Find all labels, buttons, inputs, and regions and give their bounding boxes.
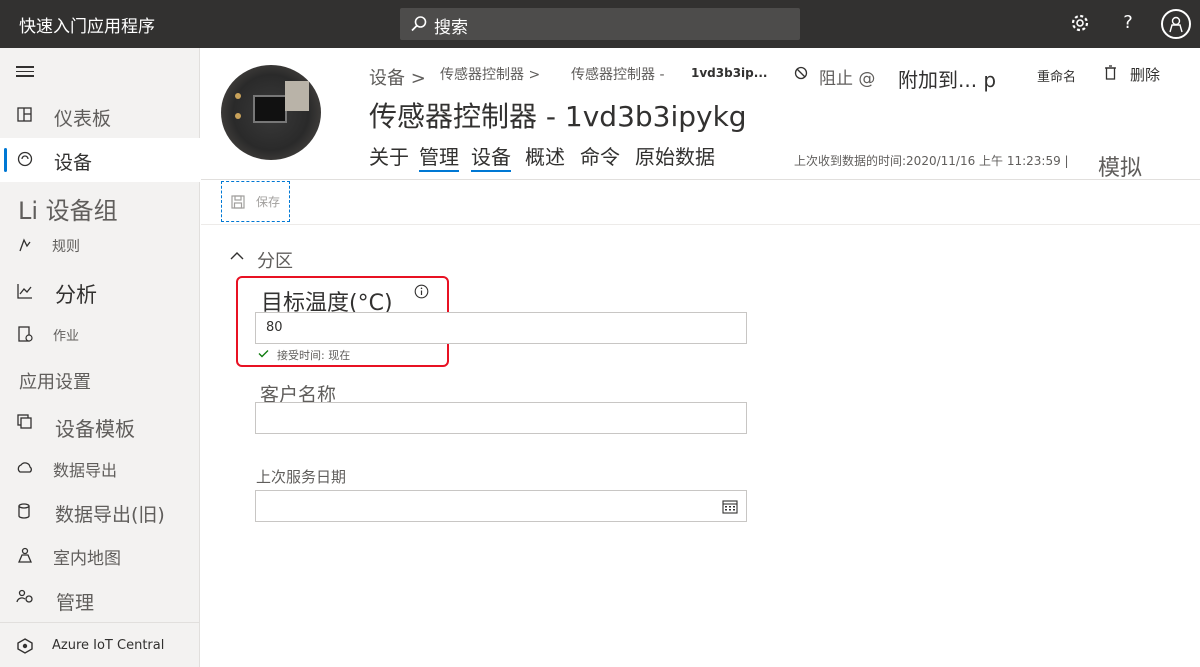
- data-export-legacy-icon: [18, 503, 30, 519]
- sidebar-item-label: 室内地图: [53, 549, 121, 569]
- tab-overview[interactable]: 概述: [525, 141, 565, 170]
- trash-icon: [1105, 65, 1116, 80]
- app-title[interactable]: 快速入门应用程序: [19, 12, 155, 37]
- dashboard-icon: [17, 107, 32, 122]
- device-templates-icon: [17, 414, 32, 429]
- breadcrumb-item-devices[interactable]: 设备 >: [369, 64, 426, 90]
- sidebar-item-device-templates[interactable]: 设备模板: [0, 403, 200, 447]
- tab-raw-data[interactable]: 原始数据: [635, 141, 715, 170]
- sidebar-item-device-groups[interactable]: Li 设备组: [0, 184, 200, 228]
- tab-about[interactable]: 关于: [369, 141, 409, 170]
- analytics-icon: [17, 284, 32, 299]
- sidebar-item-label: 管理: [56, 592, 95, 614]
- breadcrumb-item-current: 1vd3b3ip...: [691, 66, 768, 80]
- sidebar-item-label: 数据导出(旧): [55, 504, 165, 526]
- accepted-status: 接受时间: 现在: [277, 349, 351, 362]
- save-button[interactable]: 保存: [221, 181, 290, 222]
- search-icon: [411, 16, 427, 32]
- search-box[interactable]: 搜索: [400, 8, 800, 40]
- sidebar-item-label: 作业: [53, 329, 80, 344]
- divider: [201, 179, 1200, 180]
- account-avatar-icon[interactable]: [1161, 9, 1191, 39]
- calendar-icon[interactable]: [722, 499, 738, 514]
- divider: [201, 224, 1200, 225]
- checkmark-icon: [258, 350, 269, 358]
- gear-icon[interactable]: [1069, 12, 1091, 34]
- device-image: [221, 65, 321, 160]
- sidebar-item-label: 设备模板: [55, 417, 135, 441]
- sidebar-item-rules[interactable]: 规则: [0, 224, 200, 268]
- sidebar-footer[interactable]: Azure IoT Central: [0, 622, 200, 667]
- help-icon[interactable]: ?: [1117, 12, 1139, 34]
- block-label: 阻止 @: [819, 69, 876, 89]
- data-export-icon: [17, 462, 32, 473]
- avatar-icon: [1169, 16, 1183, 33]
- sidebar-item-label: 数据导出: [53, 461, 118, 480]
- block-icon: [794, 66, 808, 80]
- sidebar-item-dashboard[interactable]: 仪表板: [0, 94, 200, 138]
- target-temp-value: 80: [266, 320, 283, 335]
- delete-label: 删除: [1130, 66, 1161, 84]
- last-service-date-label: 上次服务日期: [256, 468, 347, 486]
- sidebar-item-label: 分析: [55, 283, 97, 307]
- footer-label: Azure IoT Central: [52, 638, 165, 653]
- target-temp-input[interactable]: 80: [255, 312, 747, 344]
- devices-icon: [17, 151, 33, 167]
- sidebar-item-analytics[interactable]: 分析: [0, 270, 200, 314]
- sidebar-item-jobs[interactable]: 作业: [0, 312, 200, 356]
- tab-manage[interactable]: 管理: [419, 141, 459, 172]
- breadcrumb-item-device[interactable]: 传感器控制器 -: [571, 64, 665, 84]
- rename-label: 重命名: [1037, 70, 1077, 85]
- sidebar-item-devices[interactable]: 设备: [0, 138, 200, 182]
- save-label: 保存: [256, 195, 281, 209]
- sidebar: 仪表板 设备 Li 设备组 规则 分析 作业 应用设置 设备模板 数据导出 数据…: [0, 48, 200, 667]
- section-label: 分区: [257, 251, 293, 272]
- administration-icon: [16, 589, 33, 603]
- sidebar-item-indoor-maps[interactable]: 室内地图: [0, 534, 200, 578]
- last-data-received: 上次收到数据的时间:2020/11/16 上午 11:23:59 |: [794, 154, 1069, 168]
- save-icon: [231, 195, 245, 209]
- sidebar-item-label: 仪表板: [54, 108, 112, 130]
- sidebar-section-label: 应用设置: [19, 372, 91, 393]
- search-placeholder: 搜索: [434, 18, 468, 38]
- tab-device[interactable]: 设备: [471, 141, 511, 172]
- chevron-up-icon: [230, 252, 244, 260]
- breadcrumb-item-template[interactable]: 传感器控制器 >: [440, 64, 540, 84]
- hamburger-menu-icon[interactable]: [16, 66, 34, 78]
- main-content: 设备 > 传感器控制器 > 传感器控制器 - 1vd3b3ip... 阻止 @ …: [201, 48, 1200, 667]
- page-title: 传感器控制器 - 1vd3b3ipykg: [369, 100, 747, 133]
- attach-label: 附加到... p: [898, 68, 997, 92]
- sidebar-item-administration[interactable]: 管理: [0, 578, 200, 622]
- top-bar: 快速入门应用程序 搜索 ?: [0, 0, 1200, 48]
- tab-commands[interactable]: 命令: [580, 141, 620, 170]
- customer-name-input[interactable]: [255, 402, 747, 434]
- info-icon[interactable]: [414, 284, 429, 299]
- azure-iot-central-icon: [17, 638, 33, 654]
- last-service-date-input[interactable]: [255, 490, 747, 522]
- jobs-icon: [18, 326, 33, 342]
- simulate-toggle[interactable]: 模拟: [1098, 150, 1142, 182]
- sidebar-item-data-export-legacy[interactable]: 数据导出(旧): [0, 490, 200, 534]
- sidebar-item-label: 设备: [54, 152, 93, 174]
- rules-icon: [19, 238, 31, 252]
- sidebar-section-app-settings: 应用设置: [0, 358, 200, 402]
- sidebar-item-data-export[interactable]: 数据导出: [0, 447, 200, 491]
- indoor-maps-icon: [18, 547, 32, 563]
- sidebar-item-label: 规则: [52, 239, 80, 255]
- sidebar-item-label: Li 设备组: [18, 197, 118, 225]
